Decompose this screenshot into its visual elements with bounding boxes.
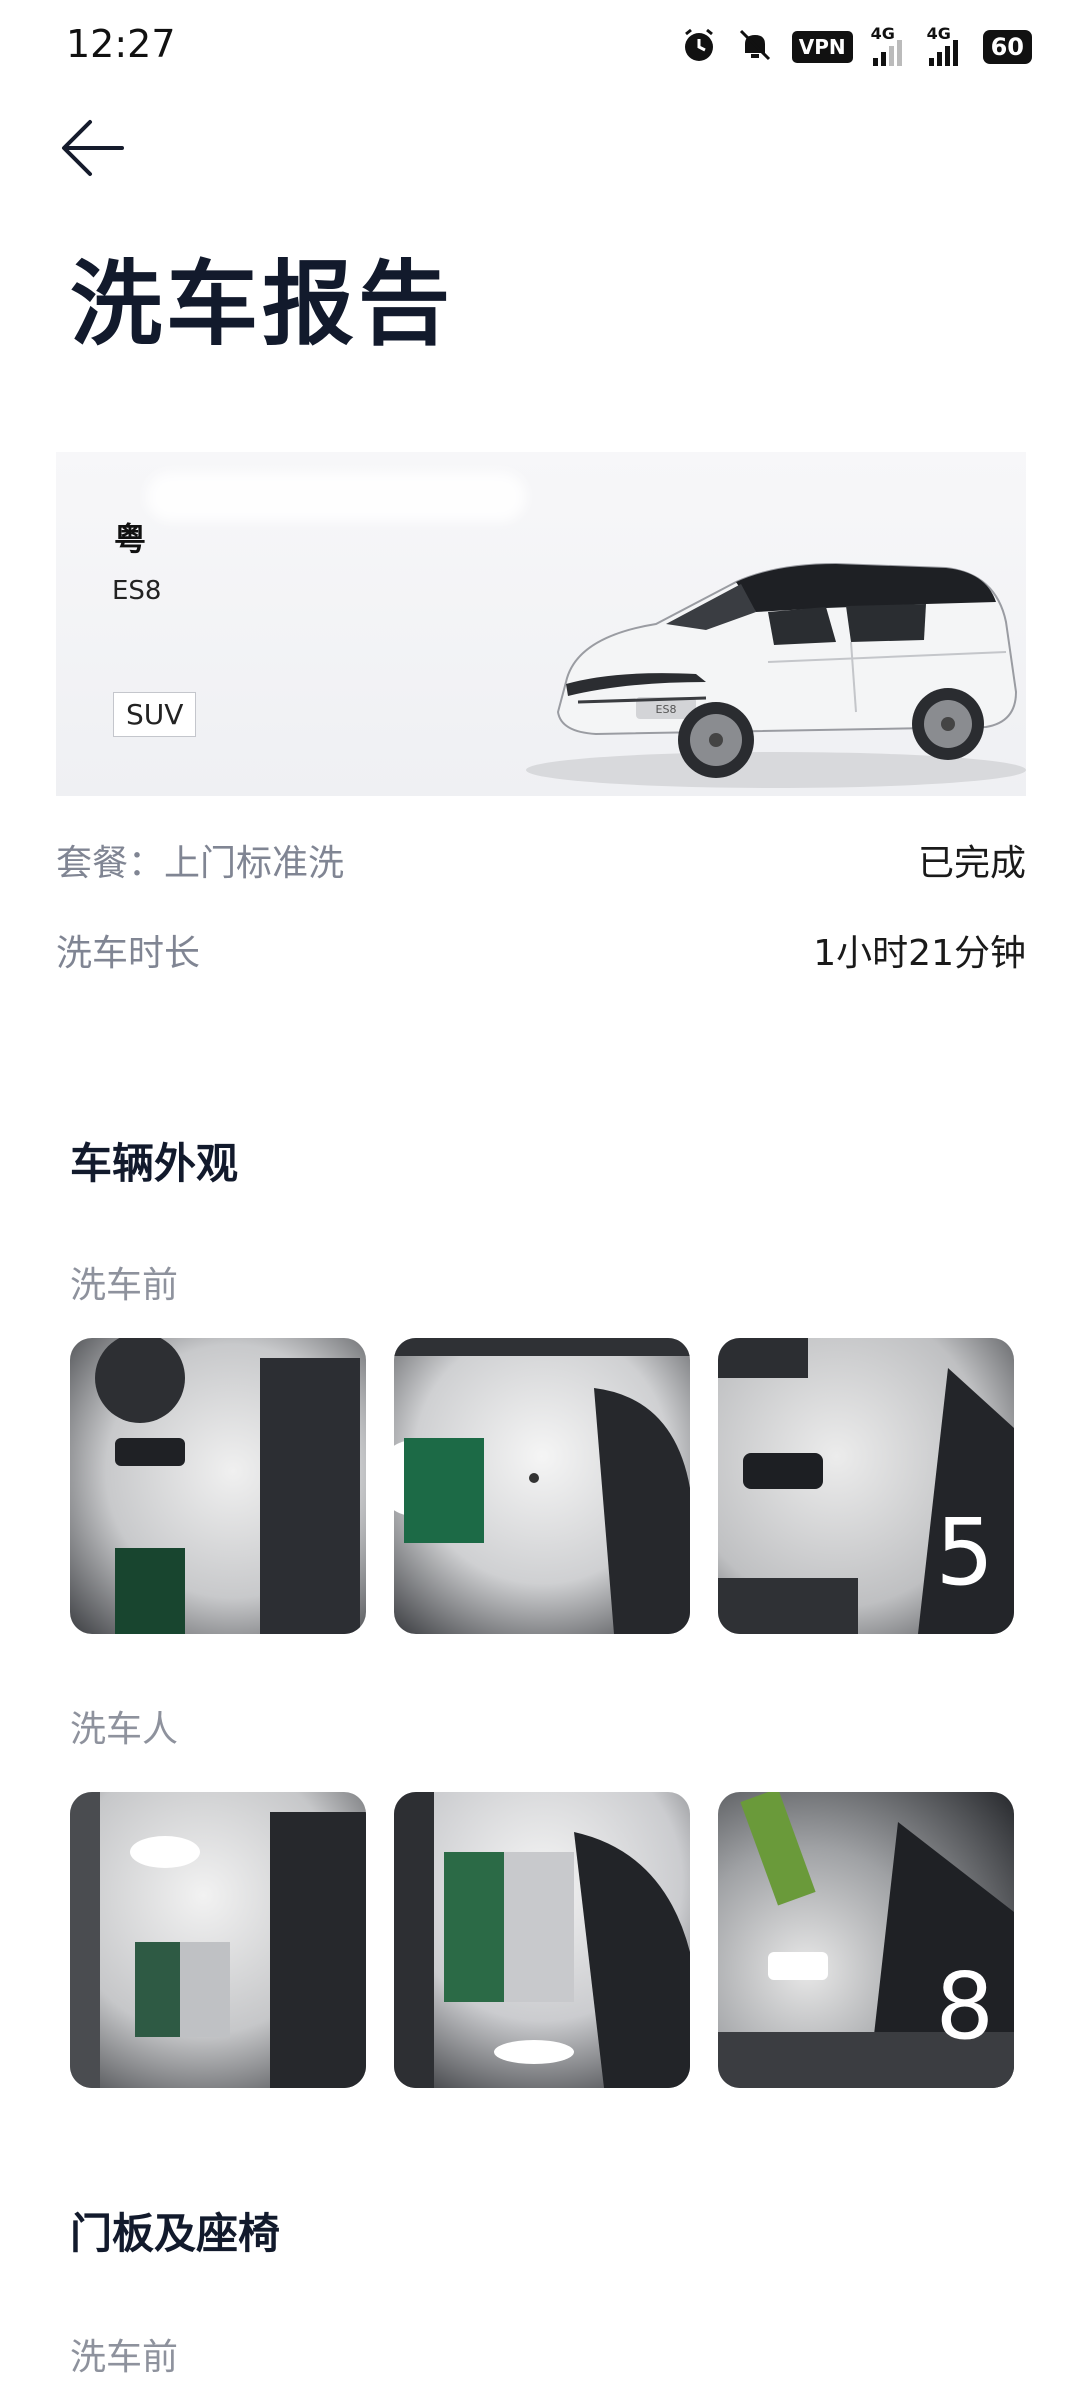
alarm-icon bbox=[680, 26, 718, 68]
photo-image bbox=[394, 1792, 690, 2088]
photo-image bbox=[70, 1792, 366, 2088]
signal-icon-2: 4G bbox=[927, 24, 965, 66]
exterior-before-photo-3[interactable]: 5 bbox=[718, 1338, 1014, 1634]
duration-row: 洗车时长 1小时21分钟 bbox=[56, 924, 1026, 976]
svg-text:ES8: ES8 bbox=[656, 703, 677, 716]
exterior-after-photo-2[interactable] bbox=[394, 1792, 690, 2088]
section-title-exterior: 车辆外观 bbox=[70, 1139, 239, 1188]
vehicle-model: ES8 bbox=[112, 576, 162, 606]
exterior-before-photo-1[interactable] bbox=[70, 1338, 366, 1634]
back-button[interactable] bbox=[58, 112, 130, 184]
photo-count-overlay: 8 bbox=[935, 1953, 994, 2060]
package-row: 套餐：上门标准洗 已完成 bbox=[56, 834, 1026, 886]
duration-value: 1小时21分钟 bbox=[813, 933, 1026, 974]
car-image: ES8 bbox=[526, 562, 1026, 788]
status-icons: VPN 4G 4G 60 bbox=[680, 24, 1032, 68]
photo-image bbox=[95, 1338, 360, 1634]
door-seats-before-label: 洗车前 bbox=[70, 2337, 179, 2378]
battery-icon: 60 bbox=[982, 30, 1032, 64]
photo-count-overlay: 5 bbox=[935, 1499, 994, 1606]
package-label: 套餐：上门标准洗 bbox=[56, 843, 345, 884]
body-type-tag: SUV bbox=[113, 692, 197, 737]
signal-icon: 4G bbox=[871, 24, 909, 66]
photo-image bbox=[394, 1338, 690, 1634]
vehicle-card: 粤 ES8 SUV ES8 bbox=[56, 452, 1026, 796]
before-wash-label: 洗车前 bbox=[70, 1265, 179, 1306]
bell-off-icon bbox=[736, 26, 774, 68]
plate-prefix: 粤 bbox=[114, 520, 147, 558]
page-title: 洗车报告 bbox=[70, 251, 455, 358]
duration-label: 洗车时长 bbox=[56, 933, 201, 974]
plate-blur bbox=[146, 472, 526, 522]
exterior-after-photo-1[interactable] bbox=[70, 1792, 366, 2088]
status-text: 已完成 bbox=[917, 843, 1026, 884]
status-time: 12:27 bbox=[66, 22, 176, 66]
exterior-before-photo-2[interactable] bbox=[394, 1338, 690, 1634]
arrow-left-icon bbox=[62, 120, 124, 176]
exterior-after-photo-3[interactable]: 8 bbox=[718, 1792, 1014, 2088]
after-wash-label: 洗车⼈ bbox=[70, 1709, 179, 1750]
status-bar: 12:27 VPN 4G 4G 60 bbox=[0, 0, 1080, 96]
vpn-badge: VPN bbox=[791, 31, 853, 63]
section-title-door-seats: 门板及座椅 bbox=[70, 2209, 281, 2258]
